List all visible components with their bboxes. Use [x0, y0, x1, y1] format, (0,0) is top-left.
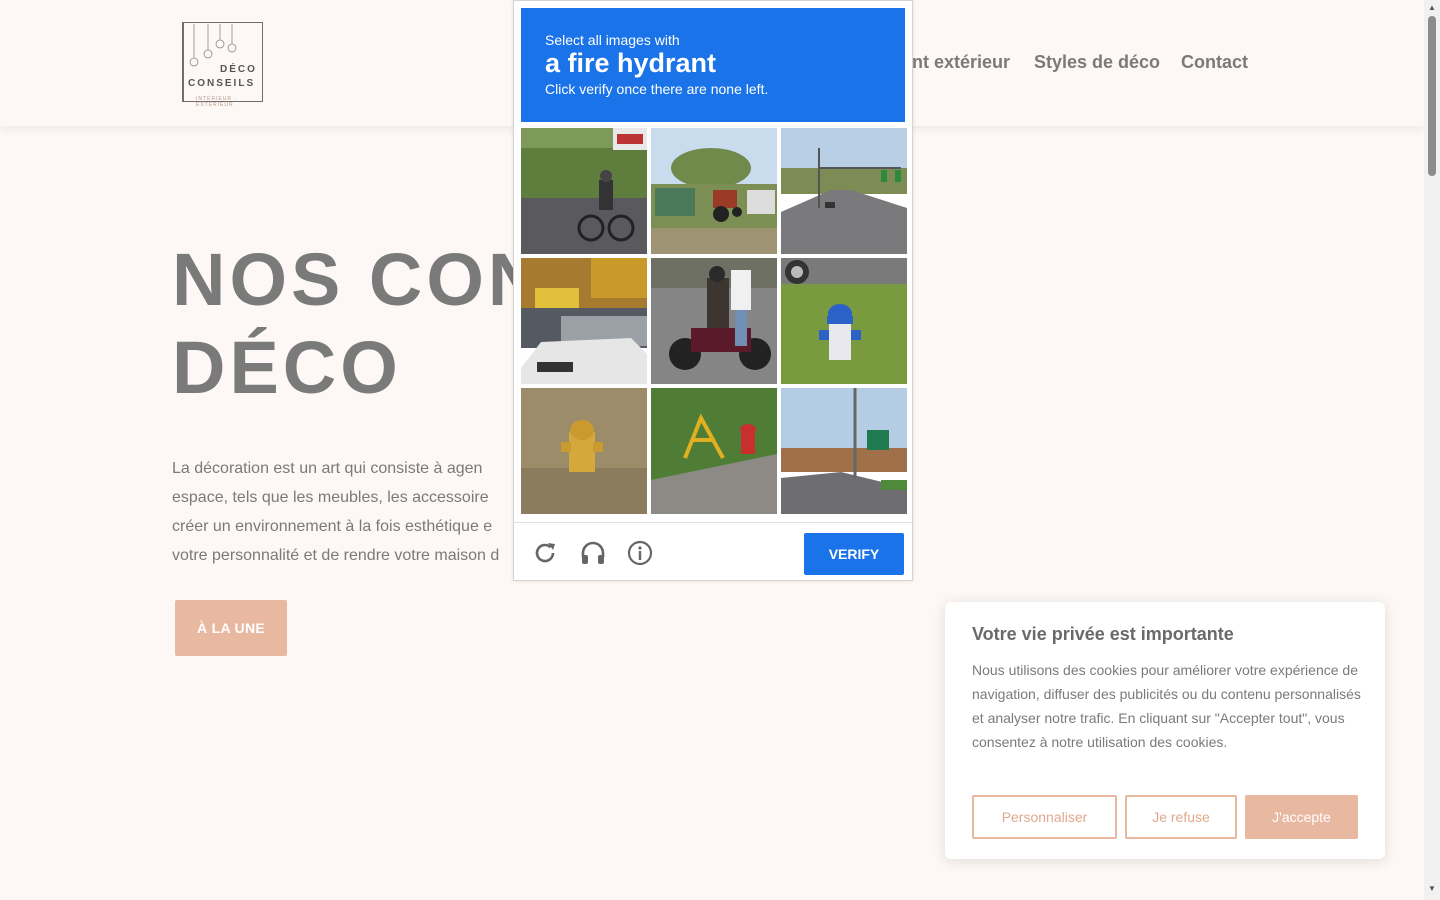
pendant-lamps-icon [189, 24, 237, 67]
logo-tagline: INTÉRIEUR · EXTÉRIEUR [196, 96, 237, 108]
scroll-up-arrow-icon[interactable]: ▲ [1428, 3, 1436, 12]
tile-image-cyclist [521, 128, 647, 254]
tile-image-red-hydrant [651, 388, 777, 514]
cookie-title: Votre vie privée est importante [972, 624, 1234, 644]
tile-image-yellow-hydrant [521, 388, 647, 514]
verify-button[interactable]: VERIFY [804, 533, 904, 575]
captcha-header: Select all images with a fire hydrant Cl… [521, 8, 905, 122]
tile-image-road-signs [781, 388, 907, 514]
a-la-une-button[interactable]: À LA UNE [175, 600, 287, 656]
scroll-down-arrow-icon[interactable]: ▼ [1428, 884, 1436, 893]
nav-item-amenagement-exterieur[interactable]: nt extérieur [912, 52, 1010, 73]
scroll-thumb[interactable] [1428, 16, 1436, 176]
captcha-tile-1[interactable] [521, 128, 647, 254]
captcha-instruction: Select all images with [545, 32, 680, 48]
captcha-tile-2[interactable] [651, 128, 777, 254]
captcha-tile-7[interactable] [521, 388, 647, 514]
tile-image-street [781, 128, 907, 254]
captcha-target: a fire hydrant [545, 48, 717, 78]
captcha-challenge: Select all images with a fire hydrant Cl… [513, 0, 913, 581]
captcha-tile-9[interactable] [781, 388, 907, 514]
nav-item-contact[interactable]: Contact [1181, 52, 1248, 73]
captcha-tile-4[interactable] [521, 258, 647, 384]
reload-icon[interactable] [532, 540, 558, 566]
cookie-description: Nous utilisons des cookies pour améliore… [972, 662, 1361, 750]
customize-button[interactable]: Personnaliser [972, 795, 1117, 839]
captcha-footer: VERIFY [514, 522, 912, 581]
tile-image-tractor [651, 128, 777, 254]
logo-word-conseils: CONSEILS [188, 78, 256, 89]
captcha-tile-8[interactable] [651, 388, 777, 514]
nav-item-styles-de-deco[interactable]: Styles de déco [1034, 52, 1160, 73]
captcha-tile-3[interactable] [781, 128, 907, 254]
accept-button[interactable]: J'accepte [1245, 795, 1358, 839]
logo-word-deco: DÉCO [220, 64, 257, 75]
info-icon[interactable] [627, 540, 653, 566]
headphones-icon[interactable] [580, 540, 606, 566]
captcha-tile-6[interactable] [781, 258, 907, 384]
site-logo[interactable]: DÉCO CONSEILS INTÉRIEUR · EXTÉRIEUR [180, 20, 266, 108]
captcha-subinstruction: Click verify once there are none left. [545, 81, 769, 97]
cookie-consent-banner: Votre vie privée est importante Nous uti… [945, 602, 1385, 859]
refuse-button[interactable]: Je refuse [1125, 795, 1237, 839]
tile-image-parked-cars [521, 258, 647, 384]
page-scrollbar[interactable]: ▲ ▼ [1424, 0, 1440, 900]
tile-image-motorcycle [651, 258, 777, 384]
captcha-tile-5[interactable] [651, 258, 777, 384]
tile-image-blue-hydrant [781, 258, 907, 384]
